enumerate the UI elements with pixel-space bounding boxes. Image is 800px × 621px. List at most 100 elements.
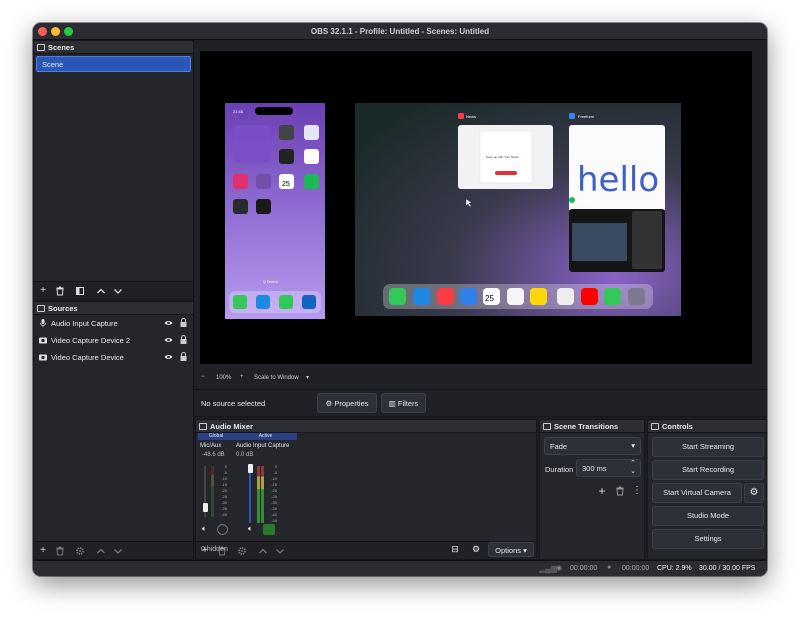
window-title: OBS 32.1.1 - Profile: Untitled - Scenes:… [310,27,490,36]
chevron-down-icon: ▾ [631,441,635,450]
filters-button[interactable]: ▥ Filters [381,393,426,413]
options-dropdown[interactable]: Options ▾ [488,542,534,557]
spin-arrows-icon[interactable]: ⌃ ⌄ [630,460,636,476]
freeform-app-label: Freeform [578,114,595,119]
scene-filters-button[interactable] [74,285,86,297]
trash-icon [56,286,64,296]
dock-icon [199,423,207,430]
dock-icon [37,44,45,51]
spotify-app-label: Spotify [578,198,590,203]
properties-button[interactable]: ⚙ Properties [317,393,377,413]
advanced-audio-gear-icon[interactable]: ⚙ [469,544,483,556]
visibility-eye-icon[interactable] [164,320,173,326]
context-status: No source selected [201,399,266,408]
scene-transitions-dock: Scene Transitions Fade ▾ Duration 300 ms ⌃… [539,419,645,560]
dock-icon [543,423,551,430]
move-audio-down-button[interactable] [274,545,286,557]
move-scene-up-button[interactable] [95,285,107,297]
iphone-mirror: 21:45 25 Q Search [225,103,325,319]
move-audio-up-button[interactable] [257,545,269,557]
channel-name: Mic/Aux [200,443,222,449]
start-streaming-button[interactable]: Start Streaming [652,437,764,457]
scale-mode-select[interactable]: Scale to Window [254,375,299,381]
speaker-icon[interactable]: 🔈︎ [248,524,253,534]
options-label: Options [495,546,521,555]
lock-icon[interactable] [180,335,187,344]
status-bar: ▂▄▆ ◉ 00:00:00 ● 00:00:00 CPU: 2.9% 30.0… [33,560,767,576]
channel-tag: Global [198,433,234,440]
chevron-up-icon [97,288,105,294]
zoom-in-button[interactable]: + [240,374,244,380]
speaker-icon[interactable]: 🔈︎ [202,524,207,534]
source-row[interactable]: Video Capture Device 2 [34,332,193,349]
trash-icon [616,486,624,496]
visibility-eye-icon[interactable] [164,354,173,360]
scale-tick: -40 [221,512,227,517]
record-status-icon: ● [607,564,612,571]
audio-mixer-toolbar: + [196,541,536,559]
scenes-dock: Scenes Scene + [33,40,194,299]
duration-spinbox[interactable]: 300 ms ⌃ ⌄ [576,459,641,477]
transition-more-button[interactable]: ⋮ [631,485,643,497]
visibility-eye-icon[interactable] [164,337,173,343]
context-bar: No source selected ⚙ Properties ▥ Filter… [194,389,767,417]
trash-icon [56,546,64,556]
remove-scene-button[interactable] [54,285,66,297]
cpu-usage: CPU: 2.9% [657,565,692,572]
start-virtual-camera-button[interactable]: Start Virtual Camera [652,483,742,503]
move-source-up-button[interactable] [95,545,107,557]
volume-slider-handle[interactable] [203,503,208,512]
source-row[interactable]: Audio Input Capture [34,315,193,332]
scene-transitions-header-label: Scene Transitions [554,422,619,431]
audio-mixer-dock: Audio Mixer Global Mic/Aux -48.6 dB 0 -5-… [195,419,537,560]
sources-dock-header: Sources [34,302,193,315]
monitor-headphones-icon[interactable] [217,524,228,535]
move-scene-down-button[interactable] [112,285,124,297]
settings-button[interactable]: Settings [652,529,764,549]
record-time: 00:00:00 [622,565,650,572]
transition-type-value: Fade [550,442,568,451]
lock-icon[interactable] [180,318,187,327]
fps-readout: 30.00 / 30.00 FPS [699,565,756,572]
preview-canvas[interactable]: 21:45 25 Q Search Keep up with Your News [200,51,752,364]
scene-transitions-header: Scene Transitions [540,420,644,433]
meter-scale: 0 -5 -10 -15 -20 -25 -30 -35 -40 [217,464,227,518]
zoom-out-button[interactable]: − [201,374,205,380]
remove-source-button[interactable] [54,545,66,557]
studio-mode-button[interactable]: Studio Mode [652,506,764,526]
dock-icon [37,305,45,312]
controls-header: Controls [648,420,766,433]
volume-slider-handle[interactable] [248,464,253,473]
sources-header-label: Sources [48,304,78,313]
audio-settings-button[interactable] [236,545,248,557]
source-properties-button[interactable] [74,545,86,557]
add-source-button[interactable]: + [37,545,49,557]
mixer-channel-mic: Global Mic/Aux -48.6 dB 0 -5 -10 -15 -20 -25-… [198,433,234,538]
mixer-layout-icon[interactable]: ⊟ [448,544,462,556]
lock-icon[interactable] [180,352,187,361]
ipad-mirror: Keep up with Your News News hello Freefo… [355,103,681,316]
add-scene-button[interactable]: + [37,285,49,297]
scene-item[interactable]: Scene [36,56,191,72]
properties-label: Properties [334,399,369,408]
volume-slider-track[interactable] [249,466,251,523]
filters-label: Filters [397,399,419,408]
scenes-header-label: Scenes [48,43,75,52]
sources-toolbar: + [34,541,193,559]
start-recording-button[interactable]: Start Recording [652,460,764,480]
source-row[interactable]: Video Capture Device [34,349,193,366]
mixer-channel-audio-input: Active Audio Input Capture 0.0 dB 0 -5 -10… [234,433,297,538]
phone-calendar-day: 25 [282,181,290,188]
remove-transition-button[interactable] [614,485,626,497]
chevron-down-icon [114,289,122,294]
scale-mode-chevron-icon[interactable]: ▾ [306,374,309,381]
virtual-camera-settings-gear-icon[interactable]: ⚙ [744,483,764,503]
add-transition-button[interactable]: + [596,485,608,497]
move-source-down-button[interactable] [112,545,124,557]
transition-type-select[interactable]: Fade ▾ [544,437,641,455]
dock-icon [651,423,659,430]
monitor-headphones-icon[interactable] [263,524,275,535]
channel-name: Audio Input Capture [236,443,290,449]
mixer-channels: Global Mic/Aux -48.6 dB 0 -5 -10 -15 -20 -25-… [196,433,536,539]
filter-icon: ▥ [388,399,396,408]
